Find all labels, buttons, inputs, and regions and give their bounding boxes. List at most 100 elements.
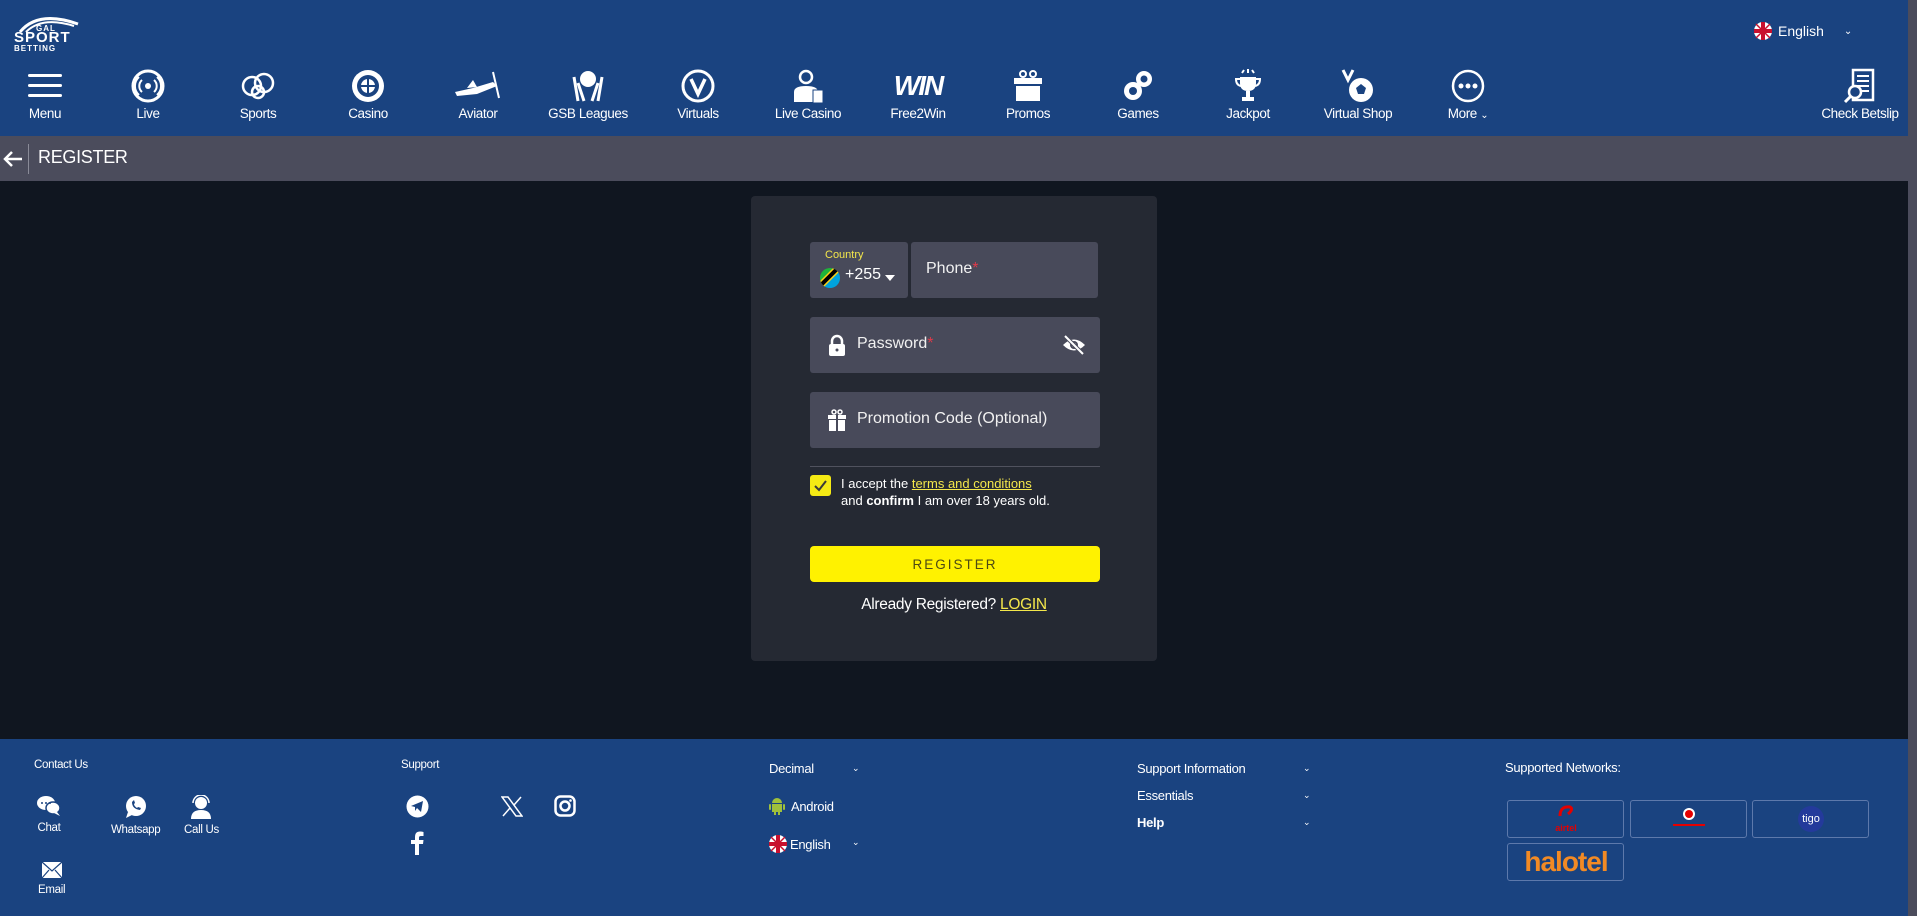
chevron-down-icon: ⌄ bbox=[1303, 817, 1311, 827]
contact-whatsapp[interactable]: Whatsapp bbox=[111, 795, 161, 836]
contact-label: Call Us bbox=[184, 824, 219, 836]
logo-text-sport: SPORT bbox=[14, 29, 71, 46]
casino-roulette-icon bbox=[352, 70, 384, 102]
svg-text:tigo: tigo bbox=[1802, 813, 1820, 825]
nav-label: Promos bbox=[1005, 106, 1051, 121]
promotion-code-input[interactable]: Promotion Code (Optional) bbox=[810, 392, 1100, 448]
phone-placeholder: Phone* bbox=[926, 260, 979, 277]
vodacom-logo-icon bbox=[1672, 808, 1705, 826]
password-input[interactable]: Password* bbox=[810, 317, 1100, 373]
country-code-select[interactable]: Country +255 bbox=[810, 242, 908, 298]
telegram-icon[interactable] bbox=[406, 795, 429, 818]
contact-call-us[interactable]: Call Us bbox=[184, 795, 219, 836]
virtuals-icon bbox=[681, 69, 715, 103]
terms-link[interactable]: terms and conditions bbox=[912, 476, 1032, 491]
nav-sports[interactable]: Sports bbox=[208, 66, 308, 121]
network-tigo[interactable]: tigo bbox=[1752, 800, 1869, 838]
chevron-down-icon: ⌄ bbox=[1303, 763, 1311, 773]
eye-slash-icon[interactable] bbox=[1062, 334, 1086, 356]
svg-text:halotel: halotel bbox=[1524, 846, 1607, 877]
nav-label: Live bbox=[136, 106, 160, 121]
language-selector[interactable]: English ⌄ bbox=[1754, 22, 1852, 40]
footer-link-essentials[interactable]: Essentials bbox=[1137, 788, 1194, 803]
email-icon bbox=[41, 861, 63, 879]
promo-placeholder: Promotion Code (Optional) bbox=[857, 410, 1048, 427]
nav-jackpot[interactable]: Jackpot bbox=[1198, 66, 1298, 121]
tanzania-flag-icon bbox=[820, 268, 840, 288]
network-vodacom[interactable] bbox=[1630, 800, 1747, 838]
nav-promos[interactable]: Promos bbox=[978, 66, 1078, 121]
page-scrollbar[interactable] bbox=[1908, 0, 1917, 916]
page-title: REGISTER bbox=[38, 147, 128, 167]
menu-icon bbox=[28, 74, 62, 97]
chevron-down-icon: ⌄ bbox=[852, 837, 860, 847]
footer-language-select[interactable]: English bbox=[769, 835, 831, 853]
virtual-shop-icon bbox=[1341, 69, 1373, 102]
facebook-icon[interactable] bbox=[410, 831, 424, 855]
gift-icon bbox=[828, 409, 846, 431]
nav-label: Live Casino bbox=[774, 106, 842, 121]
nav-check-betslip[interactable]: Check Betslip bbox=[1810, 66, 1910, 121]
svg-text:airtel: airtel bbox=[1555, 823, 1577, 833]
nav-live-casino[interactable]: Live Casino bbox=[758, 66, 858, 121]
nav-virtual-shop[interactable]: Virtual Shop bbox=[1308, 66, 1408, 121]
country-code-value: +255 bbox=[845, 266, 882, 283]
gift-icon bbox=[1014, 70, 1042, 101]
whatsapp-icon bbox=[125, 796, 146, 818]
free2win-icon: WIN bbox=[893, 70, 944, 101]
nav-gsb-leagues[interactable]: GSB Leagues bbox=[538, 66, 638, 121]
nav-more[interactable]: More ⌄ bbox=[1418, 66, 1518, 121]
gal-sport-betting-logo[interactable]: GAL SPORT BETTING bbox=[14, 12, 89, 53]
network-airtel[interactable]: airtel bbox=[1507, 800, 1624, 838]
nav-label: Menu bbox=[28, 106, 62, 121]
nav-games[interactable]: Games bbox=[1088, 66, 1188, 121]
halotel-logo-icon: halotel bbox=[1524, 846, 1608, 877]
airtel-logo-icon: airtel bbox=[1555, 805, 1577, 833]
chevron-down-icon: ⌄ bbox=[1303, 790, 1311, 800]
nav-label: More ⌄ bbox=[1448, 106, 1489, 121]
footer-link-support-information[interactable]: Support Information bbox=[1137, 761, 1246, 776]
footer-link-help[interactable]: Help bbox=[1137, 815, 1164, 830]
footer: Contact Us Chat Whatsapp Call Us Email S… bbox=[0, 739, 1908, 916]
terms-checkbox[interactable] bbox=[810, 475, 831, 496]
nav-free2win[interactable]: WIN Free2Win bbox=[868, 66, 968, 121]
x-twitter-icon[interactable] bbox=[501, 796, 523, 817]
nav-aviator[interactable]: Aviator bbox=[428, 66, 528, 121]
nav-label: Aviator bbox=[458, 106, 498, 121]
nav-live[interactable]: Live bbox=[98, 66, 198, 121]
contact-us-heading: Contact Us bbox=[34, 759, 88, 771]
uk-flag-icon bbox=[1754, 22, 1772, 40]
logo-text-betting: BETTING bbox=[14, 44, 57, 53]
trophy-icon bbox=[1234, 69, 1262, 101]
back-arrow-icon[interactable] bbox=[2, 148, 24, 170]
nav-label: Free2Win bbox=[890, 106, 946, 121]
network-halotel[interactable]: halotel bbox=[1507, 843, 1624, 881]
password-placeholder: Password* bbox=[857, 335, 934, 352]
contact-chat[interactable]: Chat bbox=[37, 795, 61, 834]
language-label: English bbox=[1778, 23, 1824, 39]
register-card: Country +255 Phone* Password* Promotion … bbox=[751, 196, 1157, 661]
page-title-bar: REGISTER bbox=[0, 136, 1908, 181]
phone-input[interactable]: Phone* bbox=[911, 242, 1098, 298]
live-casino-dealer-icon bbox=[794, 69, 824, 104]
support-heading: Support bbox=[401, 759, 440, 771]
nav-label: Sports bbox=[239, 106, 277, 121]
nav-label: Virtuals bbox=[677, 106, 719, 121]
nav-label: Check Betslip bbox=[1821, 106, 1899, 121]
contact-email[interactable]: Email bbox=[38, 861, 66, 896]
register-button[interactable]: REGISTER bbox=[810, 546, 1100, 582]
nav-virtuals[interactable]: Virtuals bbox=[648, 66, 748, 121]
lock-icon bbox=[829, 334, 845, 356]
sports-icon bbox=[241, 72, 275, 100]
uk-flag-icon bbox=[769, 835, 787, 853]
nav-casino[interactable]: Casino bbox=[318, 66, 418, 121]
instagram-icon[interactable] bbox=[554, 795, 576, 817]
odds-format-value: Decimal bbox=[769, 761, 814, 776]
terms-text: I accept the terms and conditions and co… bbox=[841, 476, 1050, 508]
contact-label: Whatsapp bbox=[111, 824, 161, 836]
login-link[interactable]: LOGIN bbox=[1000, 596, 1047, 613]
chevron-down-icon: ⌄ bbox=[852, 763, 860, 773]
nav-menu[interactable]: Menu bbox=[0, 66, 95, 121]
odds-format-select[interactable]: Decimal bbox=[769, 761, 814, 776]
android-app-link[interactable]: Android bbox=[769, 797, 834, 815]
